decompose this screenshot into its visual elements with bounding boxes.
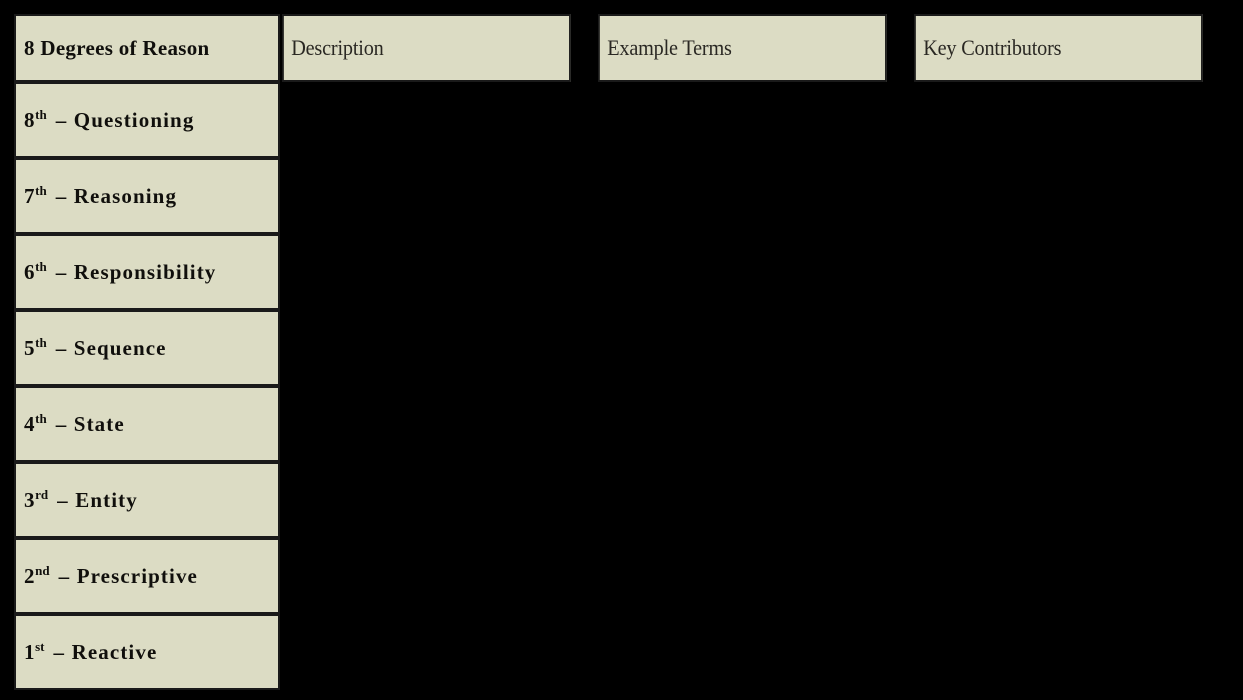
- degree-ordinal-3: 3rd: [24, 486, 49, 512]
- degree-name-2: Prescriptive: [76, 563, 198, 588]
- degree-ordinal-5: 5th: [24, 334, 47, 360]
- table-row-degree-5: 5th – Sequence: [14, 310, 280, 386]
- degree-separator-8: –: [55, 107, 67, 132]
- degree-separator-7: –: [55, 183, 67, 208]
- degree-name-1: Reactive: [71, 639, 158, 664]
- table-header-key-contributors-label: Key Contributors: [923, 35, 1062, 60]
- table-header-example-terms-label: Example Terms: [607, 35, 732, 60]
- degree-ordinal-7: 7th: [24, 182, 47, 208]
- degree-ordinal-6: 6th: [24, 258, 47, 284]
- degree-separator-2: –: [58, 563, 70, 588]
- degree-ordinal-4: 4th: [24, 410, 47, 436]
- degree-separator-5: –: [55, 335, 67, 360]
- degree-separator-4: –: [55, 411, 67, 436]
- table-header-key-contributors: Key Contributors: [914, 14, 1203, 82]
- degree-ordinal-1: 1st: [24, 638, 45, 664]
- degree-separator-3: –: [57, 487, 69, 512]
- degree-name-6: Responsibility: [73, 259, 217, 284]
- table-row-degree-4: 4th – State: [14, 386, 280, 462]
- degree-separator-1: –: [53, 639, 65, 664]
- slide-canvas: 8 Degrees of Reason Description Example …: [0, 0, 1243, 700]
- table-row-degree-2: 2nd – Prescriptive: [14, 538, 280, 614]
- table-row-degree-7: 7th – Reasoning: [14, 158, 280, 234]
- degree-name-8: Questioning: [73, 107, 195, 132]
- table-header-degrees: 8 Degrees of Reason: [14, 14, 280, 82]
- table-header-degrees-label: 8 Degrees of Reason: [24, 35, 210, 60]
- table-header-description: Description: [282, 14, 571, 82]
- table-row-degree-1: 1st – Reactive: [14, 614, 280, 690]
- degree-separator-6: –: [55, 259, 67, 284]
- degree-name-4: State: [73, 411, 125, 436]
- degree-ordinal-2: 2nd: [24, 562, 50, 588]
- degree-name-3: Entity: [75, 487, 138, 512]
- table-row-degree-6: 6th – Responsibility: [14, 234, 280, 310]
- empty-table-body: [280, 84, 1228, 700]
- table-header-description-label: Description: [291, 35, 384, 60]
- degree-ordinal-8: 8th: [24, 106, 47, 132]
- degree-name-5: Sequence: [73, 335, 167, 360]
- table-header-example-terms: Example Terms: [598, 14, 887, 82]
- table-row-degree-3: 3rd – Entity: [14, 462, 280, 538]
- table-row-degree-8: 8th – Questioning: [14, 82, 280, 158]
- degree-name-7: Reasoning: [73, 183, 178, 208]
